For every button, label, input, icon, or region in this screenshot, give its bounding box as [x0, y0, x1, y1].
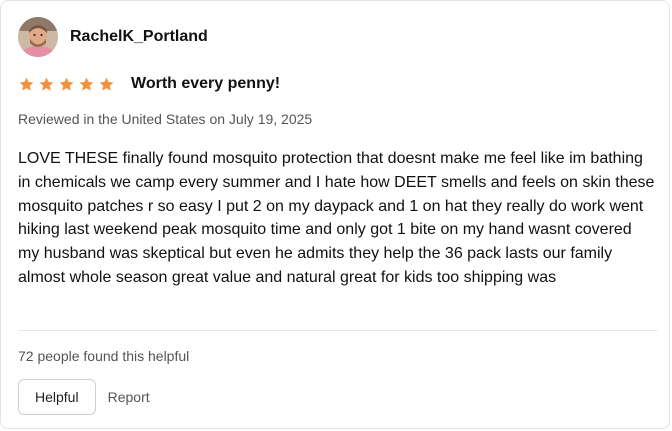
reviewer-avatar[interactable]: [18, 17, 58, 57]
review-title: Worth every penny!: [131, 75, 281, 92]
review-meta: Reviewed in the United States on July 19…: [18, 111, 313, 127]
review-header: RachelK_Portland: [18, 17, 208, 57]
avatar-image: [18, 17, 58, 57]
review-card: RachelK_Portland Worth every penny! Revi…: [0, 0, 670, 429]
star-icon: [39, 77, 54, 91]
rating-row: Worth every penny!: [18, 75, 280, 93]
helpful-button[interactable]: Helpful: [18, 379, 96, 415]
review-body: LOVE THESE finally found mosquito protec…: [18, 150, 655, 286]
reviewer-name[interactable]: RachelK_Portland: [70, 28, 208, 46]
star-icon: [59, 77, 74, 91]
star-rating: [18, 76, 115, 93]
helpful-count: 72 people found this helpful: [18, 348, 190, 364]
report-link[interactable]: Report: [108, 389, 150, 405]
star-icon: [79, 77, 94, 91]
star-icon: [99, 77, 114, 91]
divider: [18, 330, 658, 331]
star-icon: [19, 77, 34, 91]
review-actions: Helpful Report: [18, 379, 150, 415]
